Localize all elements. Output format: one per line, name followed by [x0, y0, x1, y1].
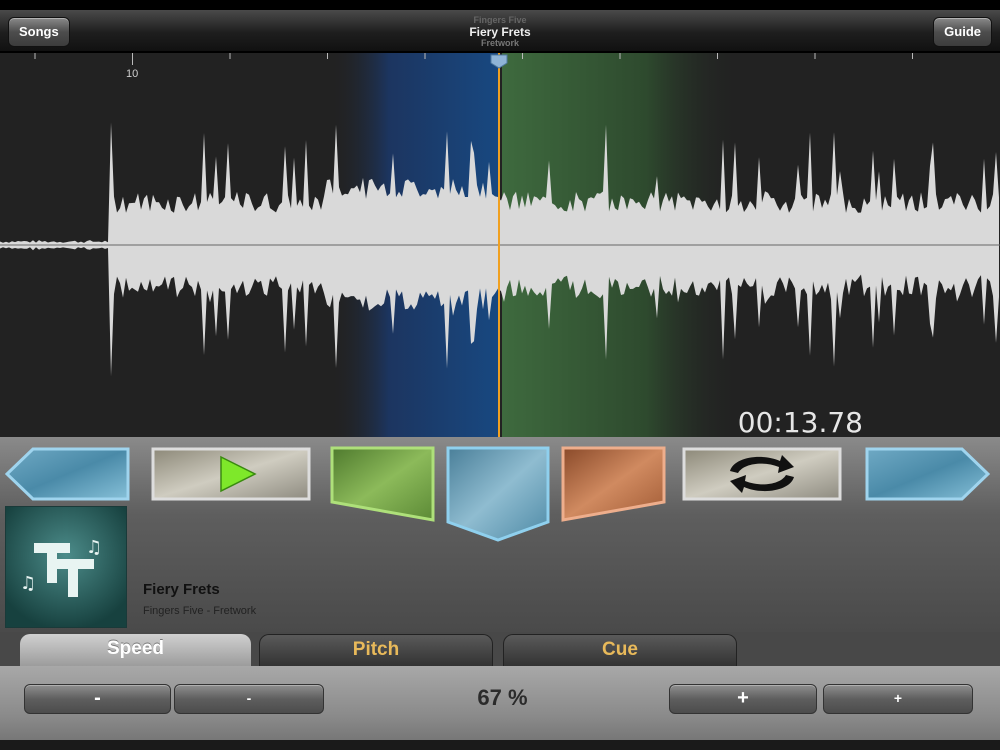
- tab-speed[interactable]: Speed: [20, 634, 251, 666]
- album-art: ♫ ♫: [5, 506, 127, 628]
- svg-text:♫: ♫: [20, 573, 36, 594]
- speed-increase-small-button[interactable]: +: [823, 684, 973, 714]
- play-button[interactable]: [151, 447, 311, 501]
- title-album: Fretwork: [480, 38, 519, 48]
- waveform-view[interactable]: 10 00:13.78: [0, 53, 1000, 437]
- svg-text:♫: ♫: [86, 537, 102, 558]
- speed-value: 67 %: [477, 685, 528, 710]
- set-loop-end-button[interactable]: [561, 446, 666, 524]
- track-subtitle: Fingers Five - Fretwork: [143, 605, 257, 617]
- tab-bar: Speed Pitch Cue: [0, 632, 1000, 666]
- guide-button[interactable]: Guide: [933, 17, 992, 47]
- tab-pitch[interactable]: Pitch: [259, 634, 493, 666]
- speed-increase-large-button[interactable]: +: [669, 684, 817, 714]
- speed-panel: - - 67 % + +: [0, 666, 1000, 750]
- bottom-strip: [0, 740, 1000, 750]
- loop-toggle-button[interactable]: [682, 447, 842, 501]
- tab-cue[interactable]: Cue: [503, 634, 737, 666]
- speed-decrease-large-button[interactable]: -: [24, 684, 171, 714]
- ruler-marker-label: 10: [126, 68, 138, 80]
- time-readout: 00:13.78: [737, 406, 863, 437]
- top-bar: Songs Fingers Five Fiery Frets Fretwork …: [0, 10, 1000, 52]
- track-title: Fiery Frets: [143, 581, 220, 598]
- cue-button[interactable]: [446, 446, 550, 544]
- title-song: Fiery Frets: [469, 25, 531, 39]
- title-artist: Fingers Five: [473, 15, 527, 25]
- waveform-canvas: 10: [0, 53, 1000, 437]
- transport-controls: ♫ ♫ Fiery Frets Fingers Five - Fretwork: [0, 437, 1000, 632]
- songs-button[interactable]: Songs: [8, 17, 70, 47]
- rewind-button[interactable]: [5, 447, 130, 501]
- now-playing-title: Fingers Five Fiery Frets Fretwork: [300, 16, 700, 48]
- speed-decrease-small-button[interactable]: -: [174, 684, 324, 714]
- set-loop-start-button[interactable]: [330, 446, 435, 524]
- fast-forward-button[interactable]: [865, 447, 990, 501]
